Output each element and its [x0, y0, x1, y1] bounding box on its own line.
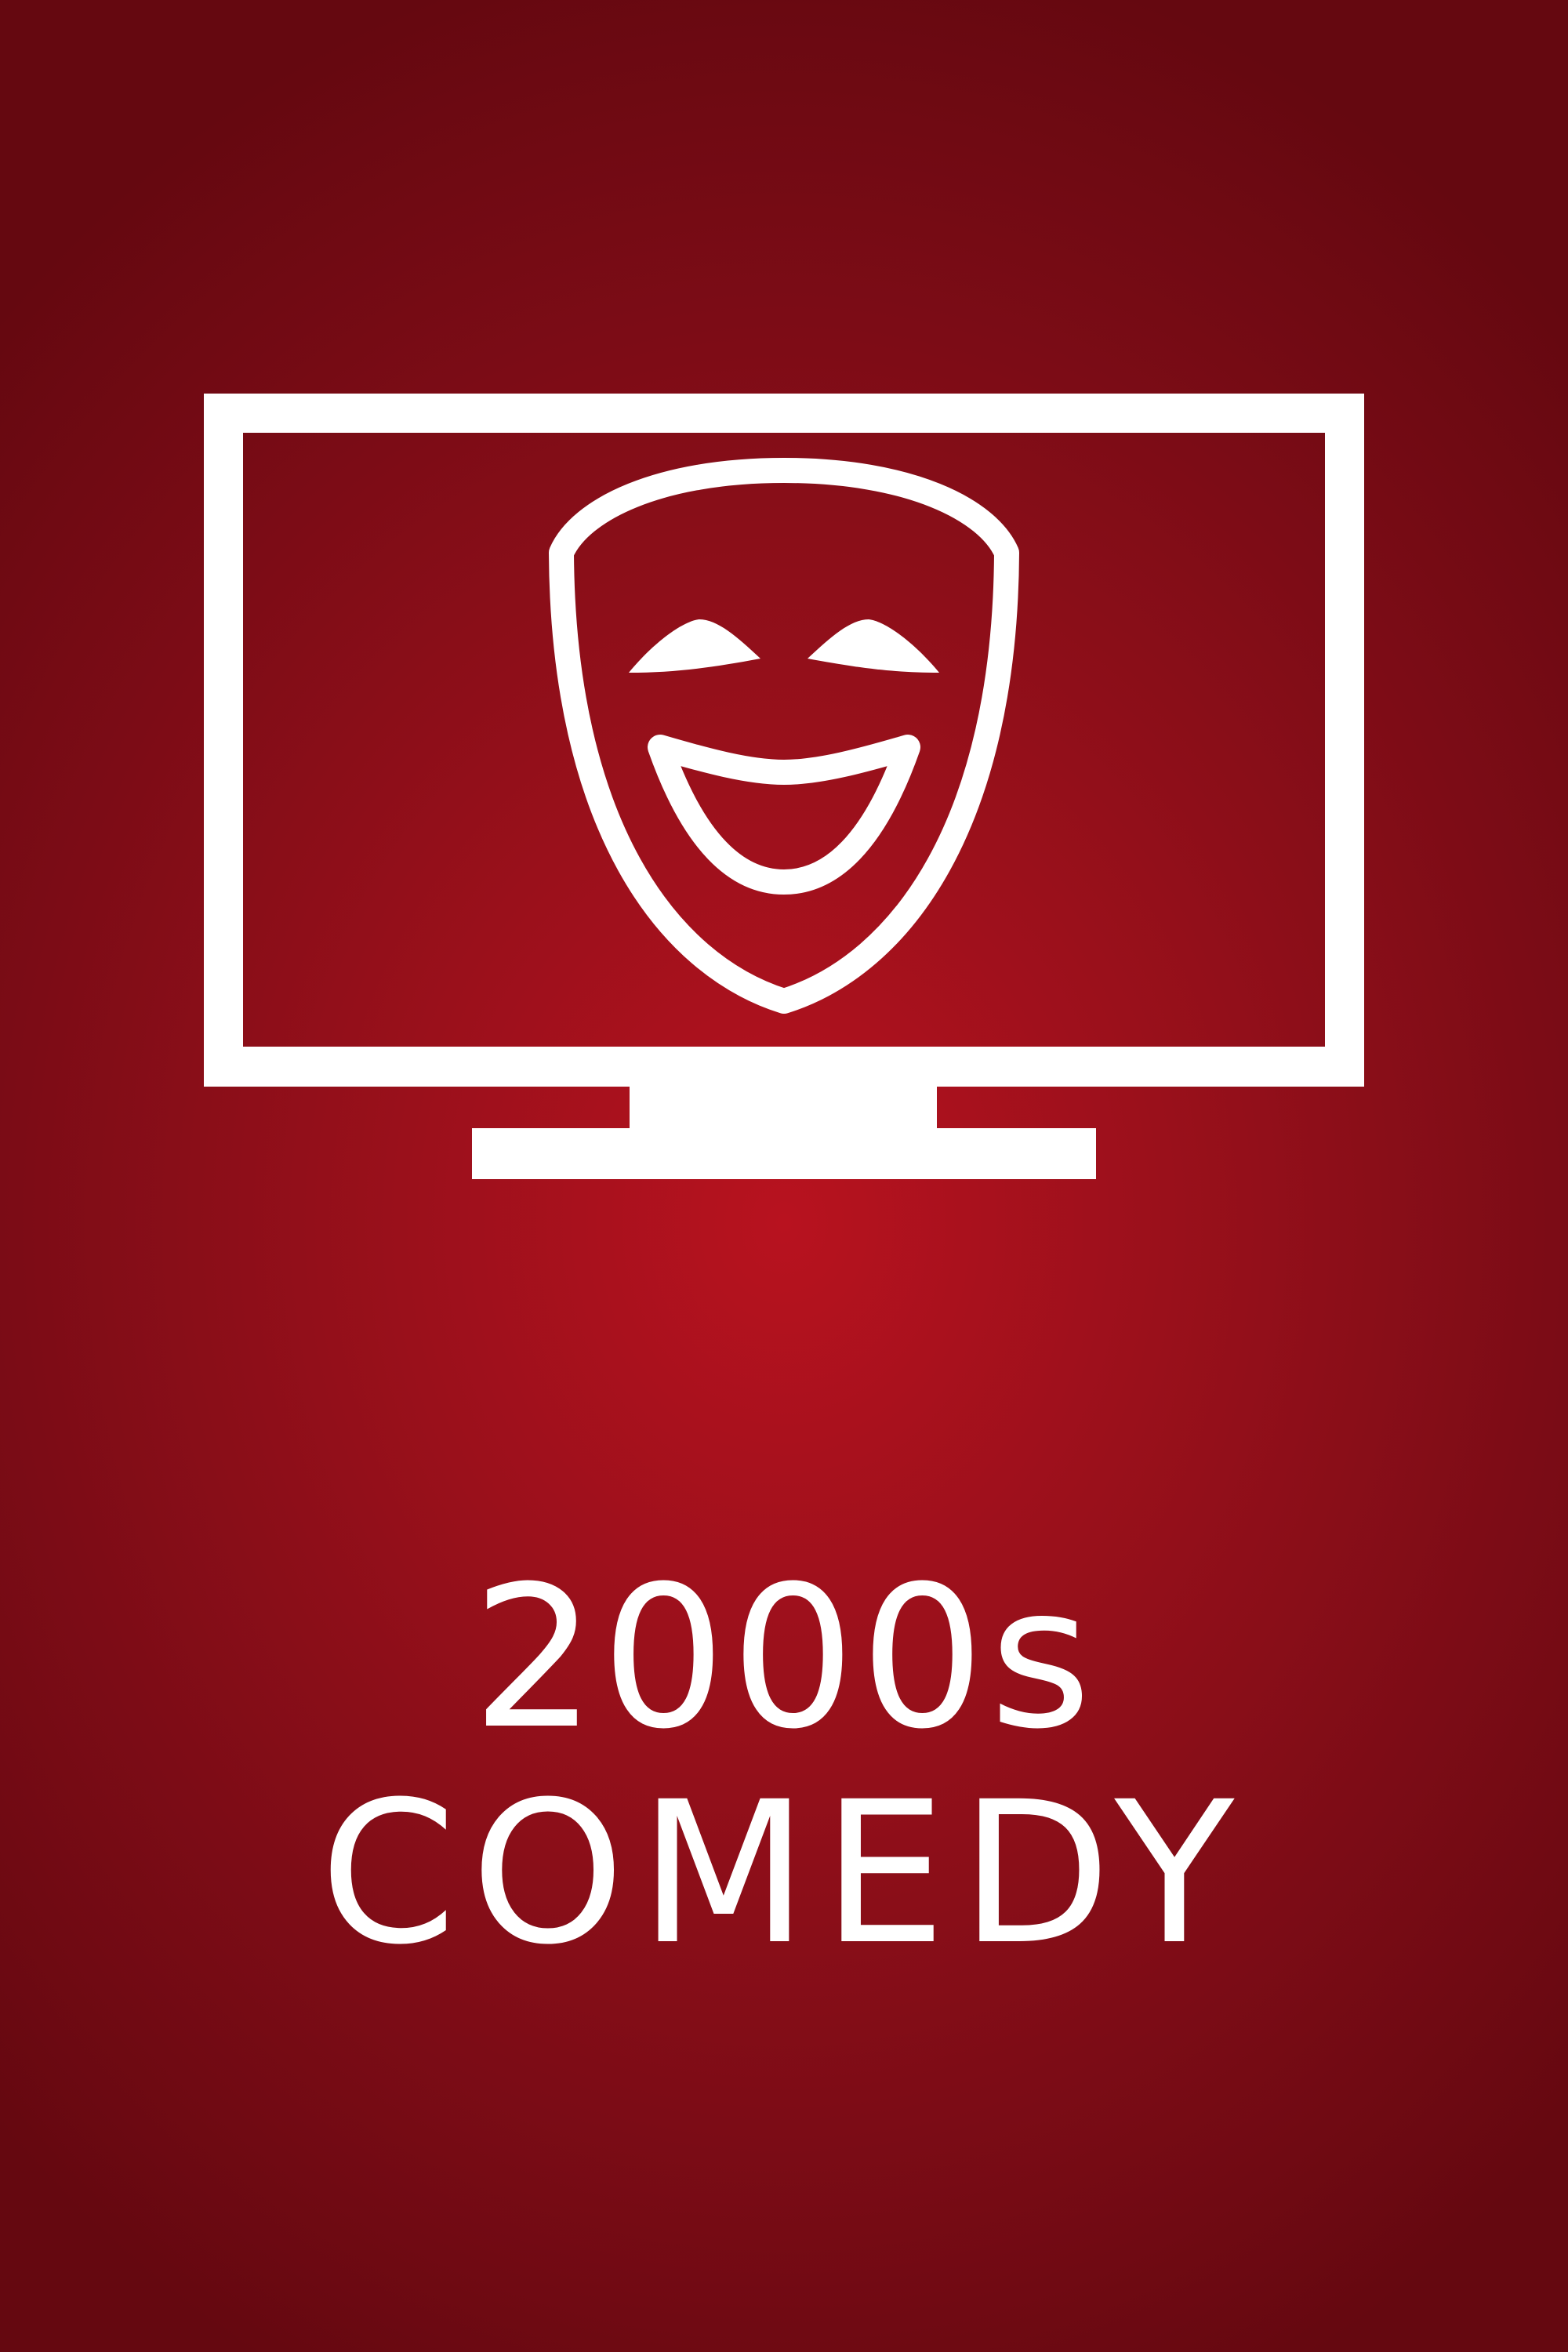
tv-comedy-mask-icon	[204, 394, 1364, 1179]
genre-poster[interactable]: 2000s COMEDY	[0, 0, 1568, 2352]
title-decade: 2000s	[471, 1544, 1097, 1772]
comedy-mask-icon	[549, 458, 1019, 1014]
title-genre: COMEDY	[319, 1759, 1249, 1987]
tv-icon	[204, 394, 1364, 1179]
